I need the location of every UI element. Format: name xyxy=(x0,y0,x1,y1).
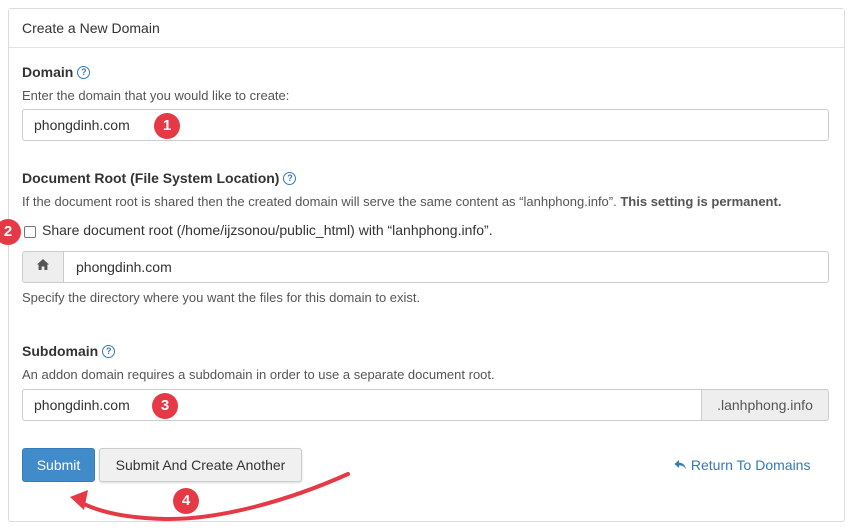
annotation-arrow xyxy=(70,472,350,522)
annotation-badge-4: 4 xyxy=(173,488,199,514)
